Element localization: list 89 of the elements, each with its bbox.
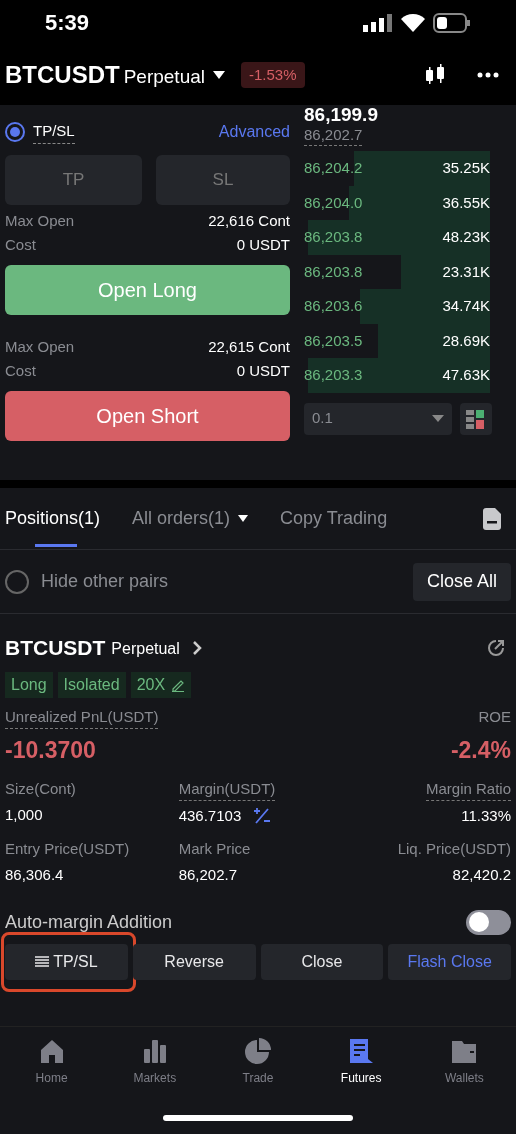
close-all-button[interactable]: Close All	[412, 562, 511, 601]
stat-label: Margin(USDT)	[178, 777, 276, 801]
stat-label: Size(Cont)	[5, 778, 76, 799]
bid-price: 86,203.8	[304, 227, 363, 247]
tpsl-label: TP/SL	[33, 120, 75, 144]
stat-value: 11.33%	[461, 806, 511, 826]
tab[interactable]: Copy Trading	[280, 488, 388, 549]
bid-price: 86,203.5	[304, 330, 363, 351]
pie-chart-icon	[244, 1037, 272, 1065]
stat-value: 1,000	[5, 805, 43, 825]
status-time: 5:39	[45, 9, 90, 37]
list-icon	[35, 955, 50, 968]
pnl-value: -10.3700	[5, 736, 96, 765]
cost-value: 0 USDT	[236, 235, 290, 255]
sl-input-field[interactable]: SL	[156, 155, 290, 205]
document-icon[interactable]	[483, 507, 501, 530]
signal-icon	[363, 13, 393, 32]
precision-dropdown[interactable]: 0.1	[304, 402, 452, 435]
cost-value: 0 USDT	[236, 361, 290, 381]
stat-label: Mark Price	[178, 838, 251, 859]
nav-tab[interactable]: Home	[0, 1037, 104, 1102]
battery-icon	[433, 12, 471, 33]
tp-input-field[interactable]: TP	[5, 155, 142, 205]
position-tag: Long	[5, 671, 53, 698]
contract-type: Perpetual	[123, 64, 205, 89]
roe-label: ROE	[478, 706, 511, 727]
plus-minus-icon[interactable]	[253, 807, 272, 826]
tab[interactable]: All orders(1)	[132, 488, 249, 549]
bid-amount: 36.55K	[442, 192, 490, 213]
max-open-value: 22,615 Cont	[208, 337, 290, 357]
stat-label: Entry Price(USDT)	[5, 838, 130, 859]
candlestick-icon[interactable]	[423, 63, 447, 87]
pnl-label: Unrealized PnL(USDT)	[5, 705, 159, 729]
nav-tab[interactable]: Futures	[309, 1037, 413, 1102]
layout-toggle-button[interactable]	[460, 402, 492, 435]
bid-price: 86,203.3	[304, 365, 363, 385]
share-icon[interactable]	[486, 637, 506, 658]
last-price: 86,199.9	[304, 105, 379, 125]
caret-icon[interactable]	[213, 71, 225, 79]
auto-margin-label: Auto-margin Addition	[5, 910, 173, 934]
bid-amount: 28.69K	[442, 330, 490, 351]
advanced-link[interactable]: Advanced	[218, 120, 290, 144]
symbol-title: BTCUSDT	[5, 60, 120, 90]
bid-price: 86,203.6	[304, 296, 363, 316]
cost-label: Cost	[5, 361, 36, 381]
stat-value: 86,202.7	[178, 865, 238, 885]
roe-value: -2.4%	[450, 736, 511, 765]
position-action-button[interactable]: Flash Close	[388, 943, 511, 980]
position-tag: Isolated	[57, 671, 126, 698]
stat-value: 436.7103	[178, 806, 242, 826]
open-short-button[interactable]: Open Short	[5, 391, 290, 441]
stat-value: 86,306.4	[5, 865, 64, 885]
stat-value: 82,420.2	[452, 865, 511, 885]
bid-amount: 35.25K	[442, 158, 490, 178]
more-icon[interactable]	[477, 72, 499, 78]
position-action-button[interactable]: Reverse	[132, 943, 256, 980]
bid-price: 86,204.2	[304, 158, 363, 178]
max-open-label: Max Open	[5, 211, 75, 231]
stat-label: Liq. Price(USDT)	[397, 838, 511, 859]
layout-icon	[466, 408, 486, 429]
chevron-right-icon[interactable]	[191, 639, 202, 656]
bid-price: 86,203.8	[304, 261, 363, 282]
tab[interactable]: Positions(1)	[5, 488, 101, 549]
tpsl-button[interactable]: TP/SL	[5, 943, 128, 980]
bid-amount: 47.63K	[442, 365, 490, 385]
nav-tab[interactable]: Trade	[206, 1037, 310, 1102]
position-action-button[interactable]: Close	[260, 943, 384, 980]
price-change-badge: -1.53%	[241, 61, 305, 89]
caret-icon	[432, 415, 444, 422]
auto-margin-toggle[interactable]	[466, 909, 511, 935]
caret-icon[interactable]	[238, 515, 249, 522]
radio-button[interactable]	[5, 122, 25, 142]
nav-tab[interactable]: Wallets	[412, 1037, 516, 1102]
stat-label: Margin Ratio	[425, 777, 511, 801]
position-symbol: BTCUSDT	[5, 635, 106, 661]
filter-label: Hide other pairs	[41, 570, 169, 593]
cost-label: Cost	[5, 235, 36, 255]
wifi-icon	[401, 13, 425, 32]
bid-price: 86,204.0	[304, 192, 363, 213]
contract-type: Perpetual	[111, 638, 180, 659]
max-open-value: 22,616 Cont	[208, 211, 290, 231]
bid-amount: 48.23K	[442, 227, 490, 247]
bid-amount: 34.74K	[442, 296, 490, 316]
mark-price: 86,202.7	[304, 125, 363, 146]
checkbox[interactable]	[5, 569, 29, 594]
bid-amount: 23.31K	[442, 261, 490, 282]
position-tag[interactable]: 20X	[130, 671, 192, 698]
nav-tab[interactable]: Markets	[103, 1037, 207, 1102]
max-open-label: Max Open	[5, 337, 75, 357]
